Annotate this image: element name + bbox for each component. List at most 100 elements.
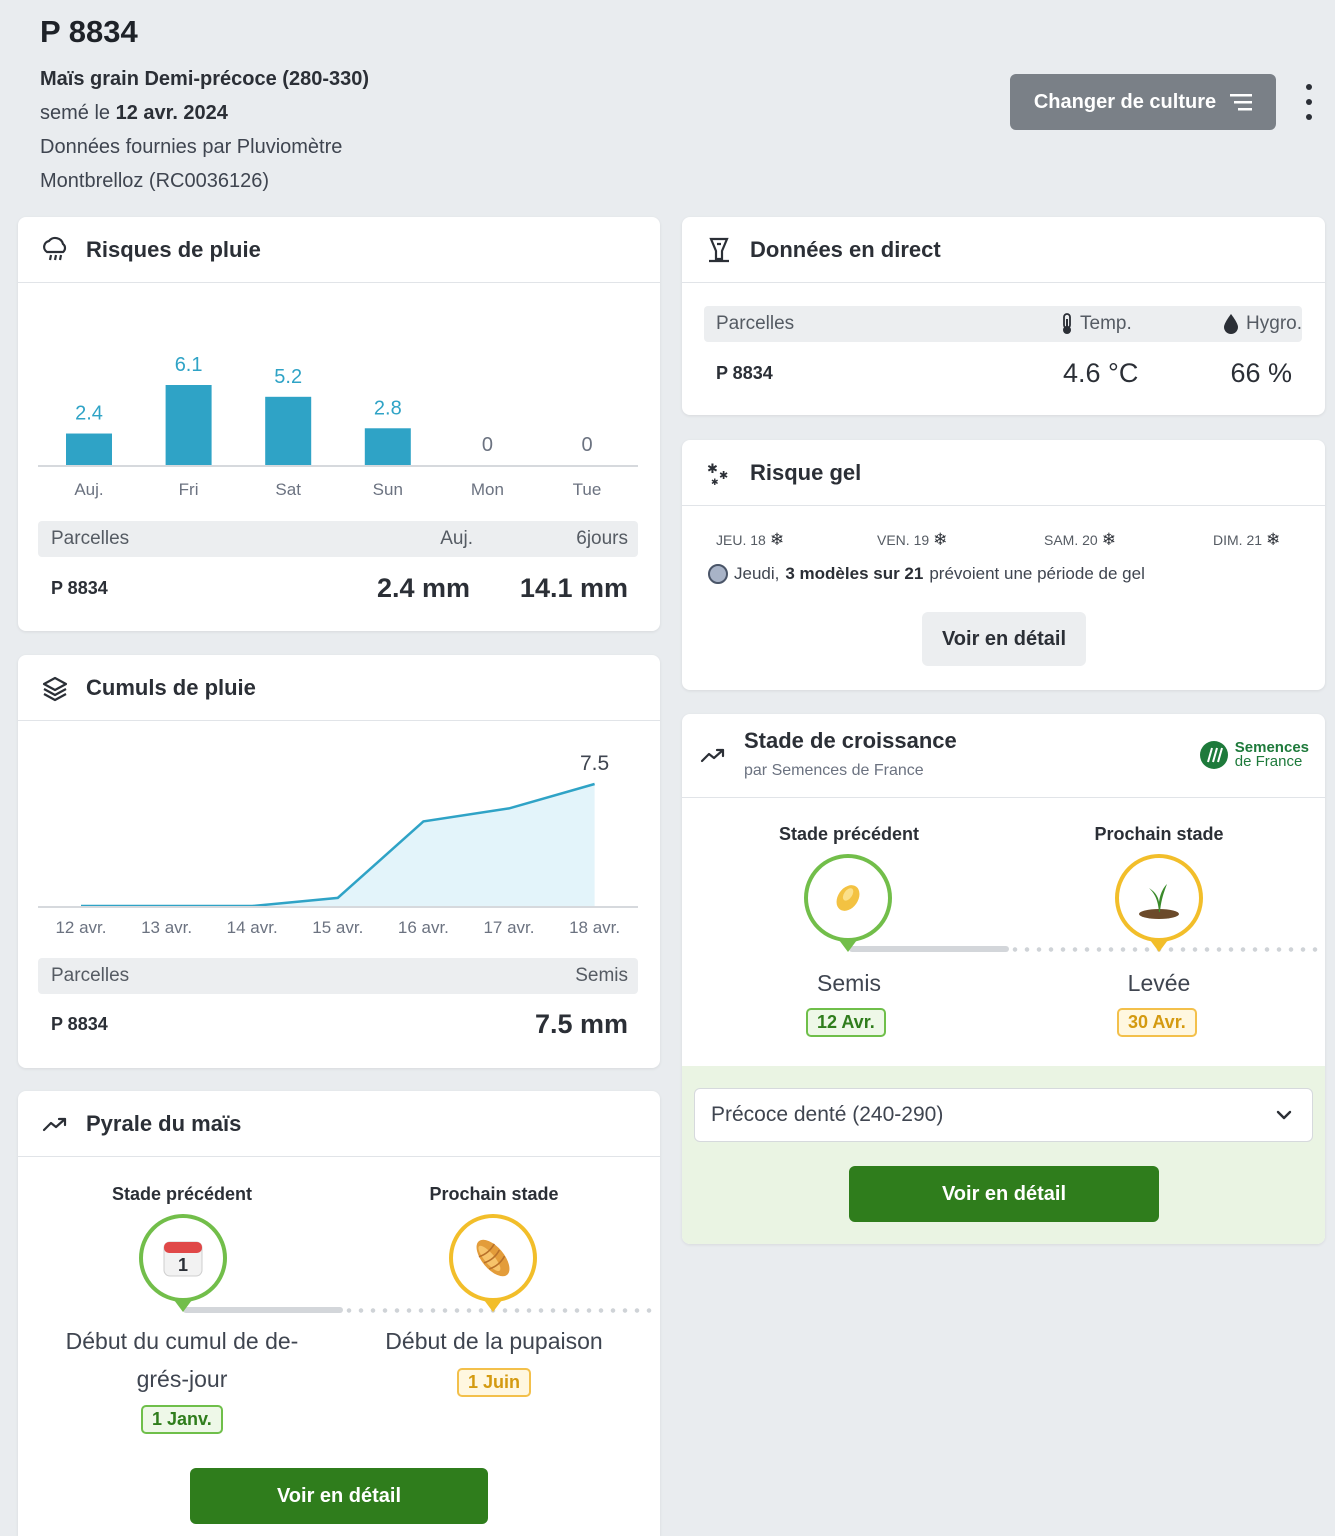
rain-cumul-chart: 7.5 12 avr. 13 avr. 14 avr. 15 avr. 16 avr. 17…	[38, 752, 638, 937]
next-stage-date: 30 Avr.	[1117, 1008, 1197, 1037]
row-temp-value: 4.6 °C	[1063, 357, 1139, 388]
col-parcelles: Parcelles	[51, 528, 130, 549]
frost-day-4: DIM. 21 ❄	[1213, 530, 1280, 550]
rain-risk-chart: 2.4 Auj. 6.1 Fri 5.2 Sat 2.8 Sun 0 Mon 0 Tue	[38, 354, 638, 499]
frost-note-bold: 3 modèles sur 21	[785, 564, 924, 583]
bar-value-label: 0	[482, 434, 493, 456]
rain-cumul-title: Cumuls de pluie	[86, 674, 256, 700]
bar[interactable]	[165, 385, 212, 465]
prev-stage-date: 12 Avr.	[806, 1008, 886, 1037]
bar-value-label: 2.8	[374, 397, 402, 419]
change-culture-label: Changer de culture	[1033, 90, 1217, 113]
row-today-value: 2.4 mm	[376, 572, 470, 603]
bar-value-label: 2.4	[75, 403, 103, 425]
bar[interactable]	[364, 428, 411, 465]
trend-up-icon	[40, 1109, 70, 1139]
crop-line: Maïs grain Demi-précoce (280-330)	[40, 68, 370, 90]
frost-day-label: JEU. 18	[716, 532, 766, 548]
frost-day-1: JEU. 18 ❄	[716, 530, 784, 550]
frost-detail-button[interactable]: Voir en détail	[922, 612, 1086, 666]
prev-stage-name: Début du cumul de de-grés-jour	[65, 1328, 299, 1392]
bar[interactable]	[66, 433, 112, 465]
next-stage-name: Levée	[1127, 970, 1191, 996]
svg-text:✱: ✱	[711, 478, 719, 487]
prev-stage-marker	[804, 854, 892, 952]
x-tick-label: Sat	[275, 480, 301, 499]
frost-note-prefix: Jeudi,	[734, 564, 780, 583]
sown-prefix: semé le	[40, 102, 111, 124]
frost-day-3: SAM. 20 ❄	[1044, 530, 1116, 550]
frost-note: Jeudi, 3 modèles sur 21 prévoient une pé…	[708, 564, 1145, 584]
table-row: P 8834 2.4 mm 14.1 mm	[38, 567, 638, 609]
water-drop-icon	[1224, 314, 1239, 334]
x-tick-label: 12 avr.	[55, 918, 106, 937]
row-semis-value: 7.5 mm	[534, 1008, 628, 1039]
x-tick-label: Mon	[471, 480, 504, 499]
brand-line-2: de France	[1234, 753, 1303, 770]
x-tick-label: Fri	[179, 480, 199, 499]
next-stage-date: 1 Juin	[457, 1368, 532, 1397]
row-parcel-name: P 8834	[51, 1013, 108, 1034]
semences-logo-icon	[1199, 741, 1228, 769]
snowflake-icon: ❄	[769, 530, 785, 549]
rain-gauge-icon	[704, 235, 734, 265]
pyrale-detail-button[interactable]: Voir en détail	[190, 1468, 488, 1524]
x-tick-label: 16 avr.	[398, 918, 449, 937]
frost-risk-title: Risque gel	[750, 459, 862, 485]
x-tick-label: 18 avr.	[569, 918, 620, 937]
brand-logo: Semences de France	[1199, 740, 1309, 770]
table-row: P 8834 4.6 °C 66 %	[704, 353, 1302, 393]
row-parcel-name: P 8834	[716, 362, 773, 383]
menu-lines-icon	[1230, 94, 1253, 111]
next-stage-marker	[1115, 854, 1203, 952]
rain-cumul-table-header: Parcelles Semis	[38, 958, 638, 994]
rain-risk-table-header: Parcelles Auj. 6jours	[38, 521, 638, 557]
pupa-icon	[476, 1239, 510, 1277]
frost-risk-card: ✱ ✱ ✱ Risque gel JEU. 18 ❄ VEN. 19 ❄ SAM. 20…	[682, 440, 1325, 690]
live-data-title: Données en direct	[750, 236, 941, 262]
row-hygro-value: 66 %	[1230, 357, 1292, 388]
variety-select[interactable]: Précoce denté (240-290)	[694, 1088, 1313, 1142]
x-tick-label: 17 avr.	[483, 918, 534, 937]
station-line: Montbrelloz (RC0036126)	[40, 170, 270, 192]
frost-note-suffix: prévoient une période de gel	[929, 564, 1145, 583]
variety-select-value: Précoce denté (240-290)	[711, 1103, 944, 1126]
row-parcel-name: P 8834	[51, 577, 108, 598]
pyrale-header: Pyrale du maïs	[18, 1091, 660, 1157]
next-stage-name: Début de la pupaison	[385, 1328, 603, 1354]
row-6days-value: 14.1 mm	[519, 572, 628, 603]
col-temp-label: Temp.	[1080, 313, 1132, 334]
rain-cumul-header: Cumuls de pluie	[18, 655, 660, 721]
bar-value-label: 6.1	[175, 354, 203, 376]
snowflake-icon: ❄	[1266, 530, 1281, 549]
x-tick-label: Auj.	[74, 480, 103, 499]
next-stage-label: Prochain stade	[429, 1184, 559, 1204]
frost-face-icon	[708, 564, 728, 584]
page-header: P 8834 Maïs grain Demi-précoce (280-330)…	[40, 14, 369, 198]
calendar-icon: 1	[163, 1241, 203, 1277]
change-culture-button[interactable]: Changer de culture	[1010, 74, 1276, 130]
prev-stage-marker: 1	[139, 1214, 227, 1312]
prev-stage-name: Semis	[817, 970, 881, 996]
svg-text:✱: ✱	[719, 469, 728, 482]
live-data-header: Données en direct	[682, 217, 1325, 283]
calendar-number: 1	[178, 1255, 188, 1275]
frost-day-label: SAM. 20	[1044, 532, 1098, 548]
bar[interactable]	[265, 396, 312, 465]
col-today: Auj.	[440, 528, 473, 549]
svg-text:✱: ✱	[707, 462, 718, 477]
snowflake-icon: ❄	[1101, 530, 1116, 549]
end-value-label: 7.5	[580, 752, 609, 775]
live-table-header: Parcelles Temp. Hygro.	[704, 306, 1302, 342]
growth-detail-button[interactable]: Voir en détail	[849, 1166, 1159, 1222]
growth-stage-card: Stade de croissance par Semences de Fran…	[682, 714, 1325, 1244]
col-temp: Temp.	[1060, 313, 1132, 335]
more-options-icon[interactable]	[1300, 84, 1318, 120]
page-title: P 8834	[40, 14, 138, 49]
bar-value-label: 0	[581, 434, 592, 456]
x-tick-label: Sun	[373, 480, 403, 499]
x-tick-label: 15 avr.	[312, 918, 363, 937]
x-tick-label: Tue	[573, 480, 602, 499]
snowflake-icon: ❄	[933, 530, 948, 549]
thermometer-icon	[1063, 313, 1071, 334]
